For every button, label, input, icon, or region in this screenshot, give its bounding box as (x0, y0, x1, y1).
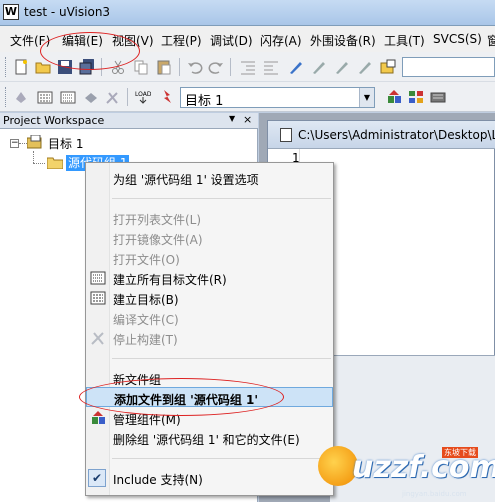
annotation-circle (79, 378, 284, 416)
target-select-value: 目标 1 (185, 94, 224, 109)
find-input[interactable] (402, 57, 495, 77)
pin-icon[interactable]: ▼ (229, 114, 235, 123)
paste-icon[interactable] (156, 59, 172, 75)
build-icon[interactable] (37, 89, 53, 105)
flash-icon[interactable] (158, 89, 174, 105)
build-all-icon (90, 271, 106, 285)
target-options-icon[interactable] (386, 89, 402, 105)
watermark-url: jingyan.baidu.com (402, 490, 467, 498)
app-icon: W (3, 4, 19, 20)
menu-window[interactable]: 窗 (487, 32, 495, 49)
watermark: uzzf.com 东坡下载 jingyan.baidu.com (312, 440, 495, 502)
target-select[interactable]: 目标 1 ▼ (180, 87, 375, 109)
menu-group-options[interactable]: 为组 '源代码组 1' 设置选项 (86, 168, 333, 188)
build-target-icon (90, 291, 106, 305)
menu-build-target[interactable]: 建立目标(B) (86, 288, 333, 308)
title-bar: W test - uVision3 (0, 0, 495, 26)
copy-icon[interactable] (133, 59, 149, 75)
menu-tools[interactable]: 工具(T) (384, 32, 425, 49)
chevron-down-icon[interactable]: ▼ (359, 88, 374, 107)
svg-text:LOAD: LOAD (135, 91, 151, 98)
tree-line (33, 151, 34, 163)
menu-debug[interactable]: 调试(D) (210, 32, 253, 49)
menu-stop-build[interactable]: 停止构建(T) (86, 328, 333, 348)
close-icon[interactable]: × (243, 113, 252, 126)
menu-svcs[interactable]: SVCS(S) (433, 32, 482, 46)
batch-build-icon[interactable] (83, 89, 99, 105)
menu-open-image-file[interactable]: 打开镜像文件(A) (86, 228, 333, 248)
watermark-tag: 东坡下载 (442, 447, 478, 458)
stop-build-icon (91, 332, 104, 345)
target-icon[interactable] (27, 135, 43, 149)
document-icon (280, 128, 292, 142)
stop-build-icon[interactable] (105, 89, 121, 105)
indent-icon[interactable] (240, 59, 256, 75)
compile-icon[interactable] (13, 89, 29, 105)
menu-open-list-file[interactable]: 打开列表文件(L) (86, 208, 333, 228)
menu-peripherals[interactable]: 外围设备(R) (310, 32, 376, 49)
menu-compile-file[interactable]: 编译文件(C) (86, 308, 333, 328)
folder-icon[interactable] (47, 157, 63, 169)
menu-build-all-targets[interactable]: 建立所有目标文件(R) (86, 268, 333, 288)
components-icon[interactable] (408, 89, 424, 105)
bookmark-toggle-icon[interactable] (288, 59, 304, 75)
menu-flash[interactable]: 闪存(A) (260, 32, 302, 49)
toolbar-separator (230, 58, 231, 76)
menu-separator (112, 198, 331, 199)
tree-line (33, 163, 45, 164)
download-icon[interactable]: LOAD (135, 89, 151, 105)
rebuild-icon[interactable] (60, 89, 76, 105)
menu-project[interactable]: 工程(P) (161, 32, 202, 49)
window-title: test - uVision3 (24, 5, 111, 19)
find-in-files-icon[interactable] (380, 59, 396, 75)
toolbar-separator (179, 58, 180, 76)
menu-delete-group[interactable]: 删除组 '源代码组 1' 和它的文件(E) (86, 428, 333, 448)
components-icon (92, 411, 105, 424)
multi-project-icon[interactable] (430, 89, 446, 105)
editor-file-path: C:\Users\Administrator\Desktop\L (298, 128, 495, 142)
workspace-header: Project Workspace ▼ × (0, 113, 258, 129)
build-toolbar: LOAD 目标 1 ▼ (0, 82, 495, 112)
workspace-title: Project Workspace (3, 114, 105, 127)
toolbar-grip[interactable] (5, 57, 8, 77)
bookmark-prev-icon[interactable] (311, 59, 327, 75)
redo-icon[interactable] (208, 59, 224, 75)
unindent-icon[interactable] (263, 59, 279, 75)
menu-open-file[interactable]: 打开文件(O) (86, 248, 333, 268)
menu-separator (112, 458, 331, 459)
bookmark-clear-icon[interactable] (357, 59, 373, 75)
bookmark-next-icon[interactable] (334, 59, 350, 75)
tree-item-target[interactable]: 目标 1 (48, 135, 83, 152)
context-menu: 为组 '源代码组 1' 设置选项 打开列表文件(L) 打开镜像文件(A) 打开文… (85, 162, 334, 496)
toolbar-grip[interactable] (5, 87, 8, 107)
new-file-icon[interactable] (13, 59, 29, 75)
annotation-circle (40, 32, 140, 70)
toolbar-separator (127, 88, 128, 106)
tree-line (19, 143, 27, 144)
tree-collapse-icon[interactable]: − (10, 139, 19, 148)
checkmark-icon: ✔ (88, 469, 106, 487)
editor-title-bar: C:\Users\Administrator\Desktop\L (268, 121, 495, 149)
undo-icon[interactable] (187, 59, 203, 75)
menu-separator (112, 358, 331, 359)
menu-include-dependencies[interactable]: ✔ Include 支持(N) (86, 468, 333, 488)
